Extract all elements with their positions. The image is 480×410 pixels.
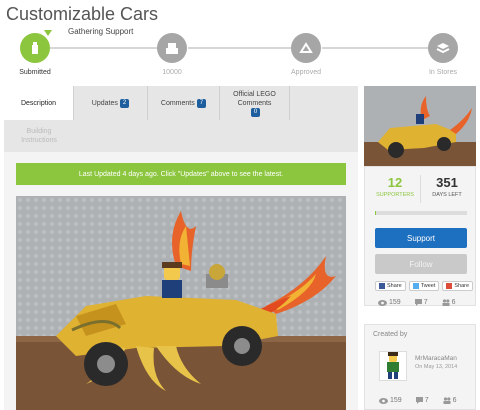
project-thumbnail[interactable] — [364, 86, 476, 166]
stepper-track — [50, 47, 172, 49]
creator-supporters-stat: 6 — [443, 397, 457, 404]
creator-date: On May 13, 2014 — [415, 364, 458, 370]
step-in-stores — [428, 33, 458, 63]
views-stat: 159 — [378, 299, 401, 306]
twitter-icon — [412, 283, 419, 289]
days-left-count: 351 — [436, 175, 458, 190]
step-label-10000: 10000 — [162, 69, 182, 76]
step-approved — [291, 33, 321, 63]
creator-views-count: 159 — [390, 397, 402, 404]
updates-count-badge: 2 — [119, 98, 130, 108]
project-stats: 159 7 6 — [378, 299, 456, 306]
tab-label: Description — [20, 99, 56, 107]
supporters-label: SUPPORTERS — [376, 192, 414, 198]
minifig-avatar-icon — [387, 352, 399, 379]
comments-stat: 7 — [414, 299, 428, 306]
comments-count-badge: 7 — [196, 98, 207, 108]
stat-divider — [420, 175, 421, 203]
tab-updates[interactable]: Updates 2 — [74, 86, 148, 120]
follow-button[interactable]: Follow — [375, 254, 467, 274]
creator-supporters-count: 6 — [452, 397, 457, 404]
days-left-stat: 351 DAYS LEFT — [422, 175, 472, 198]
comment-icon — [415, 397, 423, 404]
creator-stats: 159 7 6 — [379, 397, 457, 404]
step-label-in-stores: In Stores — [428, 69, 457, 76]
google-share-button[interactable]: Share — [442, 281, 474, 291]
notice-text: Last Updated 4 days ago. Click "Updates"… — [78, 170, 284, 178]
approval-stamp-icon — [299, 42, 313, 53]
created-by-heading: Created by — [373, 331, 408, 338]
stepper-track — [322, 47, 428, 49]
step-label-submitted: Submitted — [19, 69, 51, 76]
creator-box: Created by MrMaracaMan On May 13, 2014 1… — [364, 324, 476, 410]
twitter-tweet-button[interactable]: Tweet — [408, 281, 440, 291]
support-progress-bar — [375, 211, 467, 215]
tab-comments[interactable]: Comments 7 — [148, 86, 220, 120]
eye-icon — [379, 397, 388, 404]
people-icon — [442, 299, 450, 306]
facebook-share-label: Share — [387, 283, 402, 289]
tab-label: Comments — [160, 99, 195, 107]
lego-car-photo — [16, 196, 346, 410]
step-10000 — [157, 33, 187, 63]
support-stats-box: 12 SUPPORTERS 351 DAYS LEFT Support Foll… — [364, 166, 476, 306]
gathering-support-label: Gathering Support — [68, 27, 134, 36]
main-panel: Description Updates 2 Comments 7 Official … — [4, 86, 358, 410]
current-step-pointer — [44, 30, 52, 36]
supporters-mini-count: 6 — [451, 299, 456, 306]
tab-description[interactable]: Description — [4, 86, 74, 120]
facebook-share-button[interactable]: Share — [375, 281, 406, 291]
tab-label: Building Instructions — [21, 128, 57, 144]
lego-car-thumbnail — [364, 86, 476, 166]
step-submitted — [20, 33, 50, 63]
comment-icon — [414, 299, 422, 306]
tab-building-instructions[interactable]: Building Instructions — [4, 120, 74, 152]
creator-avatar[interactable] — [379, 351, 407, 381]
facebook-icon — [379, 283, 385, 289]
progress-stepper: Gathering Support Submitted 10000 Approv… — [0, 22, 480, 84]
lego-brick-icon — [32, 42, 38, 54]
comments-count: 7 — [423, 299, 428, 306]
views-count: 159 — [389, 299, 401, 306]
creator-comments-count: 7 — [424, 397, 429, 404]
creator-comments-stat: 7 — [415, 397, 429, 404]
tab-label: Updates — [91, 99, 118, 107]
official-comments-count-badge: 0 — [250, 107, 261, 117]
bricks-stack-icon — [166, 43, 178, 54]
eye-icon — [378, 299, 387, 306]
creator-name[interactable]: MrMaracaMan — [415, 355, 457, 362]
creator-views-stat: 159 — [379, 397, 402, 404]
stepper-track — [188, 47, 306, 49]
supporters-stat: 12 SUPPORTERS — [370, 175, 420, 198]
supporters-mini-stat: 6 — [442, 299, 456, 306]
days-left-label: DAYS LEFT — [432, 192, 462, 198]
last-updated-notice: Last Updated 4 days ago. Click "Updates"… — [16, 163, 346, 185]
step-label-approved: Approved — [291, 69, 321, 76]
google-share-label: Share — [454, 283, 470, 289]
twitter-tweet-label: Tweet — [420, 283, 436, 289]
people-icon — [443, 397, 451, 404]
support-button[interactable]: Support — [375, 228, 467, 248]
share-buttons: Share Tweet Share — [375, 281, 474, 291]
tab-official-lego-comments[interactable]: Official LEGO Comments 0 — [220, 86, 290, 120]
store-box-icon — [436, 43, 450, 54]
supporters-count: 12 — [387, 175, 403, 190]
tab-bar: Description Updates 2 Comments 7 Official … — [4, 86, 358, 152]
tab-label: Official LEGO Comments — [233, 90, 276, 107]
project-photo[interactable] — [16, 196, 346, 410]
google-plus-icon — [446, 283, 453, 289]
